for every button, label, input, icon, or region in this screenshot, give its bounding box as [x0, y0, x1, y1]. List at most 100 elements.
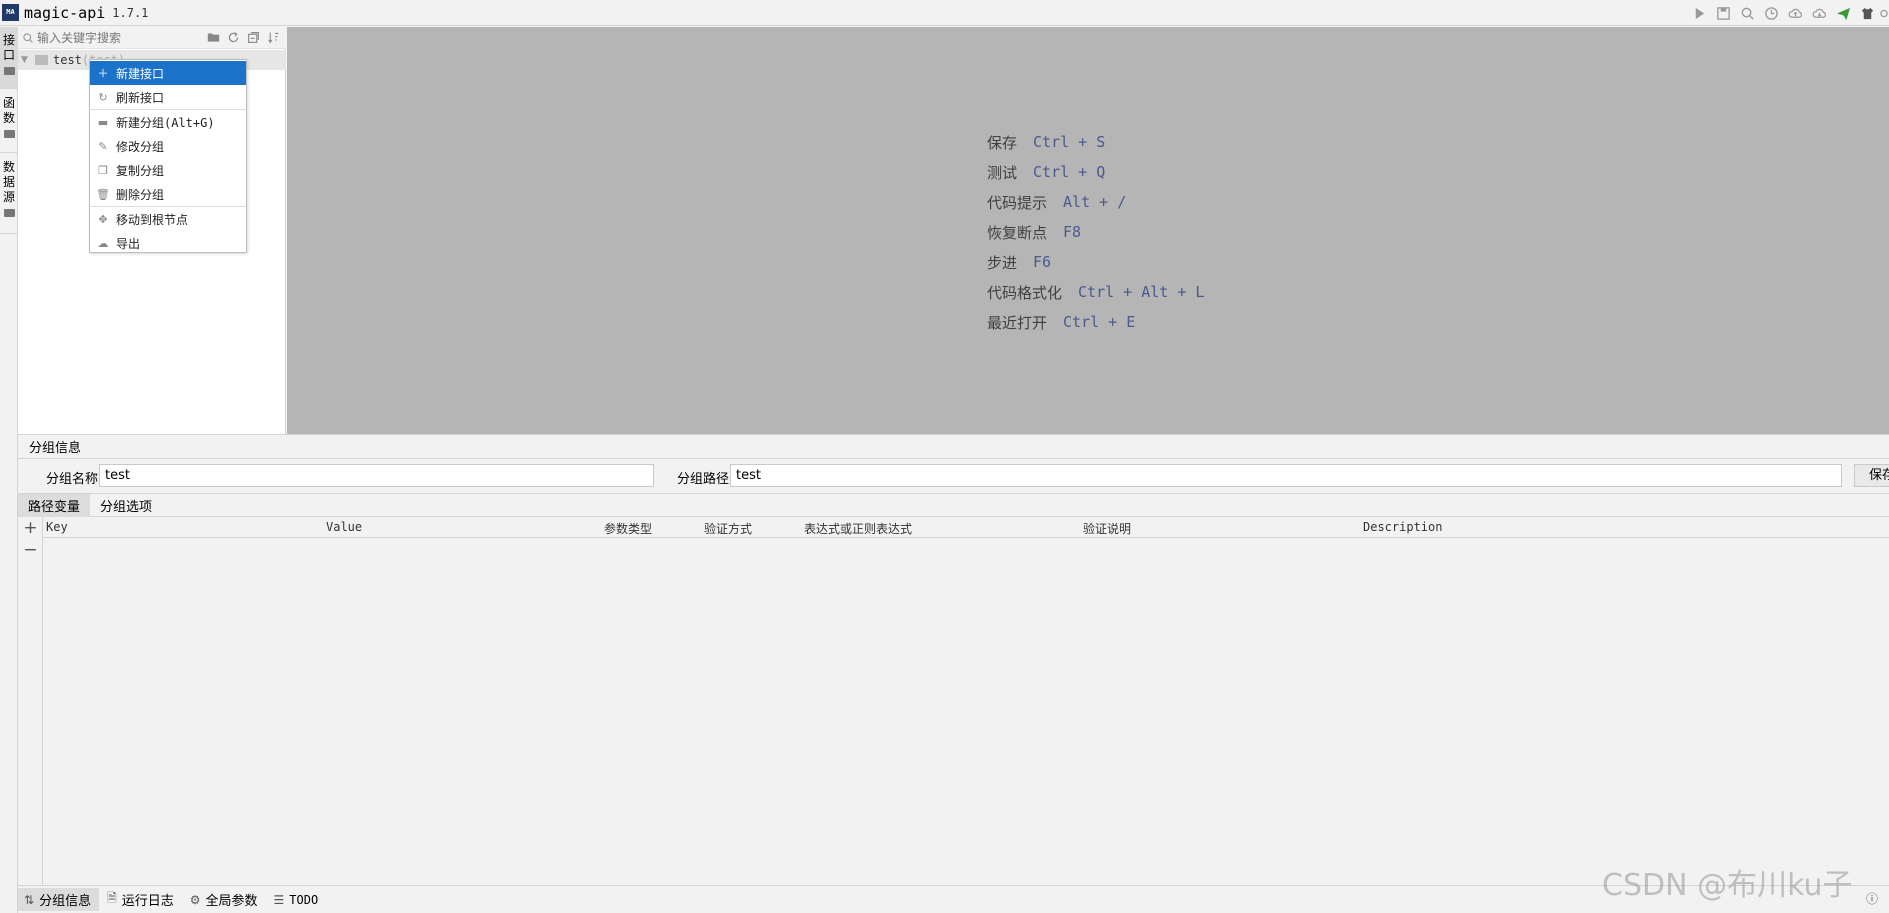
side-tab-api[interactable]: 接口 [0, 27, 18, 89]
folder-icon [3, 67, 15, 75]
search-input[interactable] [37, 28, 203, 47]
group-path-input[interactable]: test [730, 464, 1842, 487]
list-icon: ☰ [273, 892, 285, 907]
refresh-icon[interactable] [223, 28, 243, 48]
shortcut-label: 测试 [987, 163, 1018, 182]
search-icon [23, 32, 33, 43]
new-folder-icon[interactable] [203, 28, 223, 48]
gear-icon: ⚙ [189, 892, 201, 907]
status-tab-global-params[interactable]: ⚙ 全局参数 [184, 888, 266, 911]
log-icon: 🗎 [107, 891, 117, 905]
context-menu: ＋ 新建接口 ↻ 刷新接口 ▬ 新建分组(Alt+G) ✎ 修改分组 ❐ 复制分… [89, 59, 247, 253]
shortcut-recent: 最近打开 Ctrl + E [987, 307, 1204, 337]
cloud-download-icon[interactable] [1807, 3, 1831, 23]
menu-item-label: 刷新接口 [116, 90, 165, 105]
side-tab-datasource[interactable]: 数据源 [0, 154, 18, 234]
tab-group-options[interactable]: 分组选项 [90, 494, 162, 517]
info-icon[interactable]: ⓘ [1866, 890, 1878, 907]
menu-item-label: 移动到根节点 [116, 212, 189, 227]
column-header-value: Value [326, 520, 363, 534]
group-fields: 分组名称 test 分组路径 test 保存 [18, 461, 1889, 491]
save-icon[interactable] [1711, 3, 1735, 23]
status-tab-run-log[interactable]: 🗎 运行日志 [101, 888, 182, 911]
save-button[interactable]: 保存 [1854, 464, 1889, 487]
remove-row-button[interactable]: − [18, 539, 43, 561]
panel-title: 分组信息 [18, 435, 1889, 459]
shortcut-label: 代码提示 [987, 193, 1048, 212]
side-tab-label: 函数 [3, 96, 16, 125]
shortcut-label: 代码格式化 [987, 283, 1063, 302]
shortcut-label: 保存 [987, 133, 1018, 152]
column-header-description: Description [1363, 520, 1443, 534]
status-tab-label: 全局参数 [205, 894, 258, 909]
menu-item-refresh-api[interactable]: ↻ 刷新接口 [90, 85, 246, 109]
menu-item-new-api[interactable]: ＋ 新建接口 [90, 61, 246, 85]
app-title: magic-api [24, 3, 106, 22]
side-tab-label: 接口 [3, 33, 16, 62]
column-header-key: Key [46, 520, 68, 534]
shortcut-format: 代码格式化 Ctrl + Alt + L [987, 277, 1204, 307]
title-bar: MA magic-api 1.7.1 [0, 0, 1889, 26]
history-icon[interactable] [1759, 3, 1783, 23]
status-tab-label: 分组信息 [39, 894, 92, 909]
shortcut-keys: Ctrl + Q [1033, 163, 1106, 181]
copy-icon: ❐ [98, 163, 108, 177]
sort-icon[interactable] [263, 28, 283, 48]
menu-item-delete-group[interactable]: 🗑 删除分组 [90, 182, 246, 206]
shortcut-keys: Alt + / [1063, 193, 1127, 211]
group-path-label: 分组路径 [677, 472, 730, 487]
folder-icon [3, 209, 15, 217]
chevron-down-icon[interactable]: ▼ [21, 55, 31, 65]
search-icon[interactable] [1735, 3, 1759, 23]
side-tab-function[interactable]: 函数 [0, 90, 18, 153]
menu-item-new-group[interactable]: ▬ 新建分组(Alt+G) [90, 110, 246, 134]
status-tab-label: TODO [289, 892, 319, 907]
shortcut-save: 保存 Ctrl + S [987, 127, 1204, 157]
menu-item-move-to-root[interactable]: ✥ 移动到根节点 [90, 207, 246, 231]
menu-item-label: 修改分组 [116, 139, 165, 154]
column-header-type: 参数类型 [604, 522, 653, 536]
skin-icon[interactable] [1855, 3, 1879, 23]
shortcut-keys: Ctrl + Alt + L [1078, 283, 1205, 301]
shortcut-label: 恢复断点 [987, 223, 1048, 242]
path-variable-table: + − Key Value 参数类型 验证方式 表达式或正则表达式 验证说明 D… [18, 517, 1889, 886]
menu-item-copy-group[interactable]: ❐ 复制分组 [90, 158, 246, 182]
menu-item-label: 新建分组(Alt+G) [116, 115, 215, 130]
cloud-upload-icon[interactable] [1783, 3, 1807, 23]
column-header-expression: 表达式或正则表达式 [804, 522, 913, 536]
folder-icon [35, 55, 48, 65]
collapse-icon[interactable] [243, 28, 263, 48]
status-tab-group-info[interactable]: ⇅ 分组信息 [18, 888, 100, 911]
shortcut-label: 步进 [987, 253, 1018, 272]
send-icon[interactable] [1831, 3, 1855, 23]
play-icon[interactable] [1687, 3, 1711, 23]
menu-item-edit-group[interactable]: ✎ 修改分组 [90, 134, 246, 158]
plus-icon: ＋ [97, 67, 109, 80]
edit-icon: ✎ [98, 139, 108, 153]
shortcut-keys: Ctrl + S [1033, 133, 1106, 151]
shortcut-test: 测试 Ctrl + Q [987, 157, 1204, 187]
shortcut-keys: F8 [1063, 223, 1082, 241]
move-icon: ✥ [98, 212, 108, 226]
shortcut-list: 保存 Ctrl + S 测试 Ctrl + Q 代码提示 Alt + / 恢复断点 F8… [987, 127, 1204, 337]
folder-icon: ▬ [97, 115, 109, 129]
group-info-panel: 分组信息 分组名称 test 分组路径 test 保存 路径变量 分组选项 + … [18, 434, 1889, 886]
export-icon: ☁ [97, 236, 109, 250]
table-header: Key Value 参数类型 验证方式 表达式或正则表达式 验证说明 Descr… [43, 517, 1889, 538]
menu-item-label: 导出 [116, 236, 141, 251]
group-name-input[interactable]: test [99, 464, 654, 487]
tab-path-variables[interactable]: 路径变量 [18, 494, 91, 517]
tree-search-bar [18, 27, 286, 49]
status-tab-label: 运行日志 [121, 894, 174, 909]
settings-icon[interactable] [1879, 3, 1889, 23]
column-header-validation-note: 验证说明 [1083, 522, 1132, 536]
header-toolbar [1687, 3, 1889, 23]
column-header-validation: 验证方式 [704, 522, 753, 536]
shortcut-step: 步进 F6 [987, 247, 1204, 277]
menu-item-export[interactable]: ☁ 导出 [90, 231, 246, 255]
add-row-button[interactable]: + [18, 517, 43, 539]
status-tab-todo[interactable]: ☰ TODO [268, 888, 327, 911]
menu-item-label: 复制分组 [116, 163, 165, 178]
row-tools: + − [18, 517, 43, 886]
side-tab-label: 数据源 [3, 160, 16, 204]
